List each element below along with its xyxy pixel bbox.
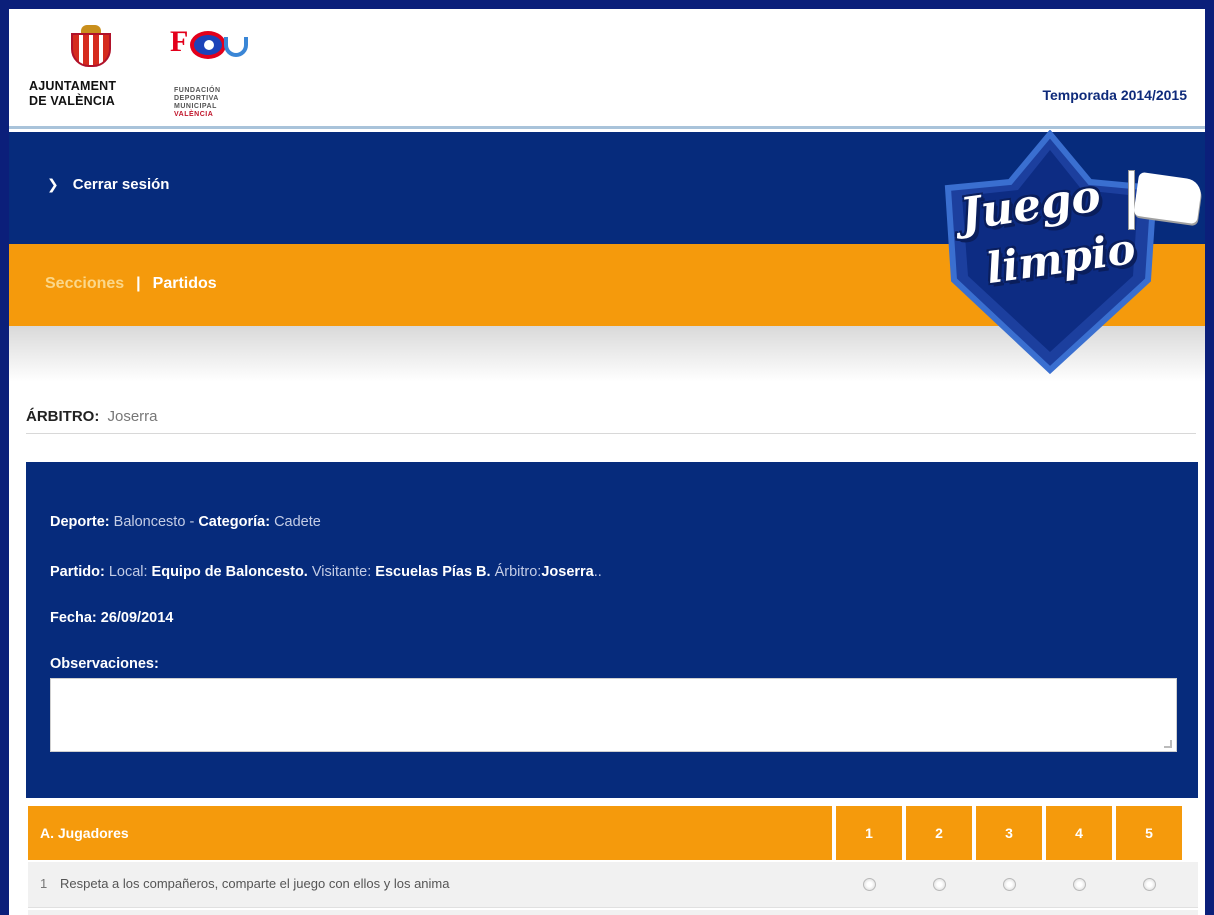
row-index: 1 (40, 876, 48, 891)
table-header: A. Jugadores 1 2 3 4 5 (28, 806, 1198, 860)
row-question: Respeta a los compañeros, comparte el ju… (60, 876, 450, 891)
category-value: Cadete (274, 514, 321, 530)
match-referee-name: Joserra (541, 564, 594, 580)
sport-label: Deporte: (50, 514, 110, 530)
referee-line: ÁRBITRO: Joserra (26, 408, 1196, 434)
coat-of-arms-icon (71, 25, 111, 71)
match-referee-label: Árbitro: (494, 564, 542, 580)
logo-text-line1: AJUNTAMENT (29, 79, 117, 93)
referee-name: Joserra (107, 408, 158, 425)
sport-row: Deporte: Baloncesto - Categoría: Cadete (50, 514, 321, 530)
sport-value: Baloncesto (113, 514, 186, 530)
score-header-3: 3 (976, 806, 1042, 860)
category-header: A. Jugadores (28, 806, 832, 860)
flag-pole (1128, 170, 1135, 230)
fundacion-deportiva-logo[interactable]: F FUNDACIÓN DEPORTIVA MUNICIPAL VALÈNCIA (164, 21, 274, 131)
nav-separator: | (136, 275, 141, 292)
site-header: AJUNTAMENT DE VALÈNCIA F FUNDACIÓN DEPOR… (9, 9, 1205, 129)
score-header-2: 2 (906, 806, 972, 860)
chevron-right-icon: ❯ (47, 176, 59, 192)
table-row-next (28, 910, 1198, 915)
category-label: Categoría: (198, 514, 271, 530)
season-label: Temporada 2014/2015 (1042, 87, 1188, 103)
fdm-letter: F (170, 25, 189, 58)
fdm-arc-icon (224, 37, 248, 57)
ajuntament-logo[interactable]: AJUNTAMENT DE VALÈNCIA (29, 21, 149, 131)
logout-link[interactable]: ❯ Cerrar sesión (47, 176, 169, 193)
logout-label: Cerrar sesión (72, 176, 170, 193)
fdm-ring-icon (190, 31, 226, 59)
local-team: Equipo de Baloncesto. (151, 564, 308, 580)
score-radio-4[interactable] (1073, 878, 1086, 891)
juego-limpio-badge: Juego limpio (928, 130, 1214, 375)
match-row: Partido: Local: Equipo de Baloncesto. Vi… (50, 564, 602, 580)
logo-text-line2: DE VALÈNCIA (29, 94, 116, 108)
score-radio-3[interactable] (1003, 878, 1016, 891)
match-label: Partido: (50, 564, 105, 580)
match-info-panel: Deporte: Baloncesto - Categoría: Cadete … (26, 462, 1198, 798)
nav-item-secciones[interactable]: Secciones (45, 275, 124, 293)
visitor-label: Visitante: (311, 564, 372, 580)
date-row: Fecha: 26/09/2014 (50, 610, 174, 626)
fdm-line-2: DEPORTIVA (174, 95, 219, 102)
match-referee-suffix: .. (593, 564, 602, 580)
referee-label: ÁRBITRO: (26, 408, 100, 425)
fdm-line-4: VALÈNCIA (174, 111, 214, 118)
main-nav: Secciones | Partidos (45, 275, 217, 293)
score-radio-2[interactable] (933, 878, 946, 891)
fdm-line-3: MUNICIPAL (174, 103, 217, 110)
observations-label: Observaciones: (50, 656, 159, 672)
observations-textarea[interactable] (50, 678, 1177, 752)
local-label: Local: (108, 564, 148, 580)
score-header-4: 4 (1046, 806, 1112, 860)
nav-item-partidos[interactable]: Partidos (153, 275, 217, 293)
fdm-line-1: FUNDACIÓN (174, 87, 221, 94)
score-radio-1[interactable] (863, 878, 876, 891)
sport-dash: - (189, 514, 195, 530)
visitor-team: Escuelas Pías B. (375, 564, 491, 580)
score-header-1: 1 (836, 806, 902, 860)
flag-icon (1133, 171, 1203, 225)
score-header-5: 5 (1116, 806, 1182, 860)
table-row: 1 Respeta a los compañeros, comparte el … (28, 862, 1198, 908)
score-radio-5[interactable] (1143, 878, 1156, 891)
resize-grip-icon[interactable] (1164, 740, 1172, 748)
